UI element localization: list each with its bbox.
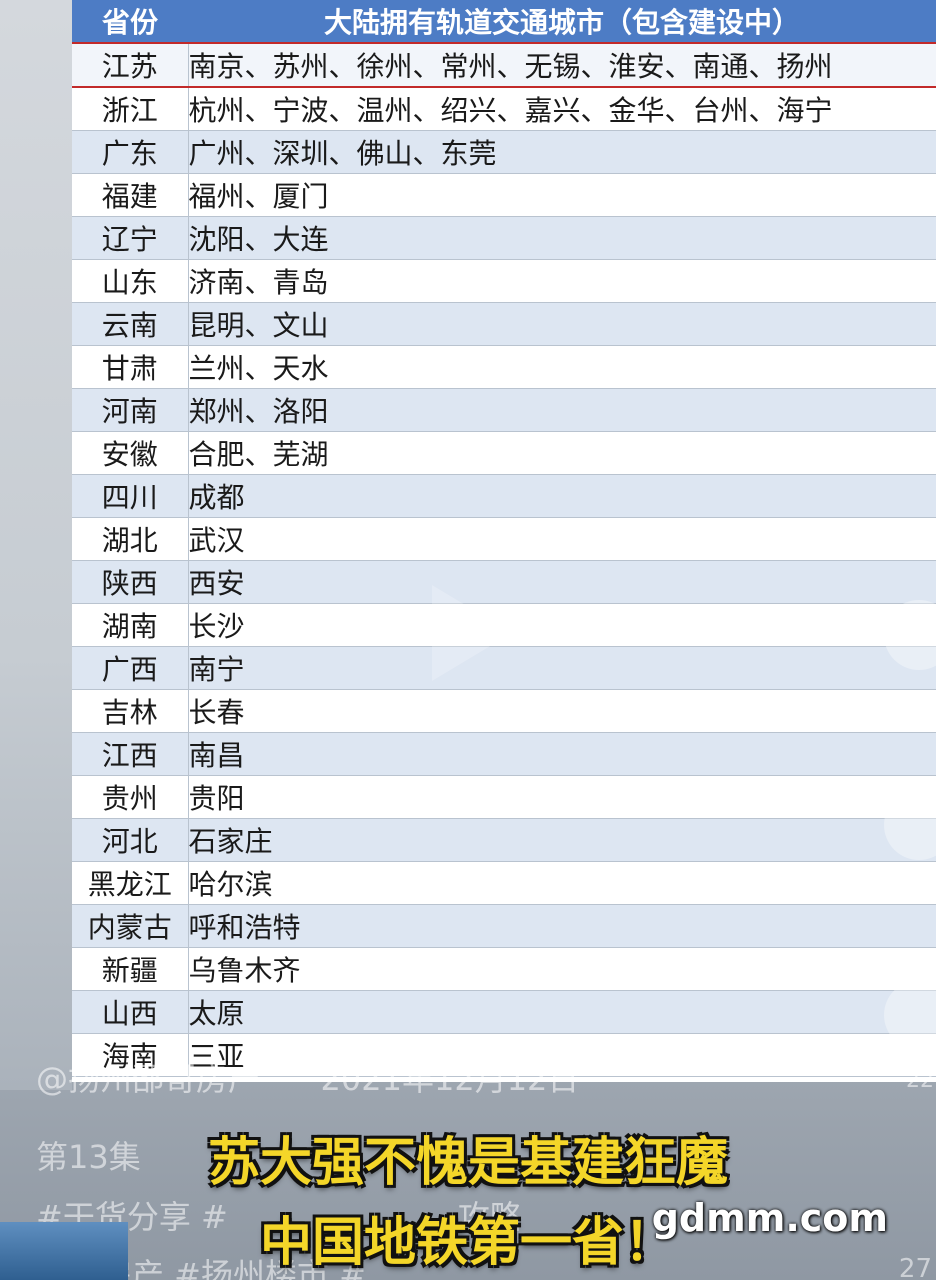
table-row: 甘肃 兰州、天水 (72, 345, 936, 389)
play-icon (432, 585, 512, 681)
table-row: 内蒙古 呼和浩特 (72, 904, 936, 948)
table-row: 河南 郑州、洛阳 (72, 388, 936, 432)
cities-cell: 呼和浩特 (188, 904, 936, 948)
cities-cell: 石家庄 (188, 818, 936, 862)
metro-cities-table: 省份 大陆拥有轨道交通城市（包含建设中） 江苏 南京、苏州、徐州、常州、无锡、淮安… (72, 0, 936, 1077)
metro-table-container: 省份 大陆拥有轨道交通城市（包含建设中） 江苏 南京、苏州、徐州、常州、无锡、淮安… (72, 0, 936, 1082)
table-row: 黑龙江 哈尔滨 (72, 861, 936, 905)
table-row: 四川 成都 (72, 474, 936, 518)
table-row: 广东 广州、深圳、佛山、东莞 (72, 130, 936, 174)
province-cell: 贵州 (72, 775, 189, 819)
background-strip (0, 0, 72, 1090)
table-row: 吉林 长春 (72, 689, 936, 733)
table-row: 河北 石家庄 (72, 818, 936, 862)
table-row: 辽宁 沈阳、大连 (72, 216, 936, 260)
cities-cell: 济南、青岛 (188, 259, 936, 303)
cities-cell: 兰州、天水 (188, 345, 936, 389)
province-cell: 广西 (72, 646, 189, 690)
province-cell: 辽宁 (72, 216, 189, 260)
cities-cell: 哈尔滨 (188, 861, 936, 905)
author-name[interactable]: @扬州邵哥房产 (36, 1060, 260, 1098)
province-cell: 安徽 (72, 431, 189, 475)
province-cell: 湖北 (72, 517, 189, 561)
cities-cell: 南京、苏州、徐州、常州、无锡、淮安、南通、扬州 (188, 42, 936, 88)
province-cell: 山西 (72, 990, 189, 1034)
cities-cell: 长春 (188, 689, 936, 733)
cities-cell: 福州、厦门 (188, 173, 936, 217)
cities-cell: 西安 (188, 560, 936, 604)
table-body: 江苏 南京、苏州、徐州、常州、无锡、淮安、南通、扬州 浙江 杭州、宁波、温州、绍兴、嘉… (72, 42, 936, 1077)
table-row: 新疆 乌鲁木齐 (72, 947, 936, 991)
province-cell: 陕西 (72, 560, 189, 604)
cities-cell: 太原 (188, 990, 936, 1034)
caption-line-1: 苏大强不愧是基建狂魔 (207, 1133, 728, 1193)
province-cell: 云南 (72, 302, 189, 346)
table-row: 浙江 杭州、宁波、温州、绍兴、嘉兴、金华、台州、海宁 (72, 87, 936, 131)
cities-cell: 南昌 (188, 732, 936, 776)
header-cities: 大陆拥有轨道交通城市（包含建设中） (188, 0, 936, 44)
province-cell: 甘肃 (72, 345, 189, 389)
cities-cell: 武汉 (188, 517, 936, 561)
cities-cell: 合肥、芜湖 (188, 431, 936, 475)
province-cell: 福建 (72, 173, 189, 217)
table-row: 湖北 武汉 (72, 517, 936, 561)
province-cell: 浙江 (72, 87, 189, 131)
table-row: 江苏 南京、苏州、徐州、常州、无锡、淮安、南通、扬州 (72, 42, 936, 88)
province-cell: 内蒙古 (72, 904, 189, 948)
cities-cell: 成都 (188, 474, 936, 518)
table-header-row: 省份 大陆拥有轨道交通城市（包含建设中） (72, 0, 936, 44)
province-cell: 广东 (72, 130, 189, 174)
province-cell: 吉林 (72, 689, 189, 733)
province-cell: 湖南 (72, 603, 189, 647)
author-line: @扬州邵哥房产 · 2021年12月12日 (36, 1054, 579, 1100)
table-row: 福建 福州、厦门 (72, 173, 936, 217)
table-row: 贵州 贵阳 (72, 775, 936, 819)
province-cell: 河北 (72, 818, 189, 862)
province-cell: 四川 (72, 474, 189, 518)
cities-cell: 郑州、洛阳 (188, 388, 936, 432)
province-cell: 江苏 (72, 42, 189, 88)
cities-cell: 沈阳、大连 (188, 216, 936, 260)
header-province: 省份 (72, 0, 188, 44)
cities-cell: 昆明、文山 (188, 302, 936, 346)
cities-cell: 贵阳 (188, 775, 936, 819)
site-watermark: gdmm.com (651, 1196, 888, 1240)
video-frame[interactable]: 省份 大陆拥有轨道交通城市（包含建设中） 江苏 南京、苏州、徐州、常州、无锡、淮安… (0, 0, 936, 1280)
province-cell: 河南 (72, 388, 189, 432)
table-row: 山西 太原 (72, 990, 936, 1034)
table-row: 山东 济南、青岛 (72, 259, 936, 303)
cities-cell: 杭州、宁波、温州、绍兴、嘉兴、金华、台州、海宁 (188, 87, 936, 131)
province-cell: 新疆 (72, 947, 189, 991)
table-row: 云南 昆明、文山 (72, 302, 936, 346)
cities-cell: 乌鲁木齐 (188, 947, 936, 991)
cities-cell: 长沙 (188, 603, 936, 647)
table-row: 江西 南昌 (72, 732, 936, 776)
province-cell: 黑龙江 (72, 861, 189, 905)
table-row: 安徽 合肥、芜湖 (72, 431, 936, 475)
province-cell: 江西 (72, 732, 189, 776)
cities-cell: 广州、深圳、佛山、东莞 (188, 130, 936, 174)
province-cell: 山东 (72, 259, 189, 303)
cities-cell: 南宁 (188, 646, 936, 690)
post-date: · 2021年12月12日 (300, 1060, 580, 1098)
